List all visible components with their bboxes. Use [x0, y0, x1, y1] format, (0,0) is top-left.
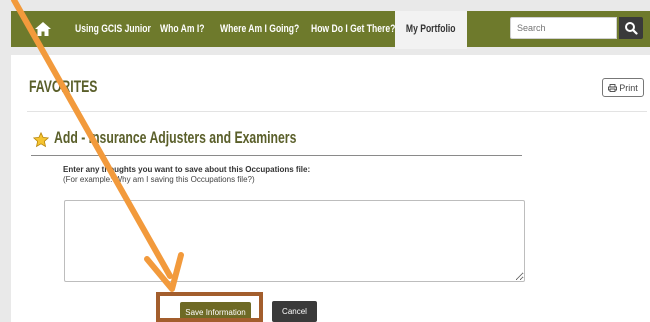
- title-divider: [27, 111, 647, 112]
- search-button[interactable]: [619, 17, 643, 39]
- cancel-button[interactable]: Cancel: [272, 301, 317, 322]
- page-title: FAVORITES: [29, 77, 98, 96]
- instructions-line2: (For example: Why am I saving this Occup…: [63, 175, 255, 184]
- section-title: Add - Insurance Adjusters and Examiners: [54, 128, 297, 147]
- nav-how-do-i-get-there[interactable]: How Do I Get There?: [311, 11, 395, 47]
- instructions: Enter any thoughts you want to save abou…: [63, 165, 310, 185]
- home-icon[interactable]: [34, 20, 52, 38]
- search-input[interactable]: [510, 17, 617, 39]
- top-navbar: Using GCIS Junior Who Am I? Where Am I G…: [11, 11, 650, 49]
- nav-my-portfolio-label: My Portfolio: [405, 23, 456, 35]
- print-label: Print: [619, 82, 638, 93]
- section-divider: [31, 155, 522, 156]
- star-icon: [33, 132, 49, 148]
- nav-my-portfolio[interactable]: My Portfolio: [395, 11, 467, 49]
- nav-using-gcis-junior[interactable]: Using GCIS Junior: [75, 11, 151, 47]
- notes-textarea[interactable]: [64, 200, 525, 282]
- nav-where-am-i-going[interactable]: Where Am I Going?: [220, 11, 299, 47]
- instructions-line1: Enter any thoughts you want to save abou…: [63, 165, 311, 174]
- save-information-button[interactable]: Save Information: [180, 302, 251, 322]
- printer-icon: [608, 83, 618, 92]
- nav-who-am-i[interactable]: Who Am I?: [160, 11, 204, 47]
- print-button[interactable]: Print: [602, 78, 644, 97]
- portfolio-page: FAVORITES Print Add - Insurance Adjuster…: [11, 55, 650, 322]
- search-icon: [625, 22, 638, 35]
